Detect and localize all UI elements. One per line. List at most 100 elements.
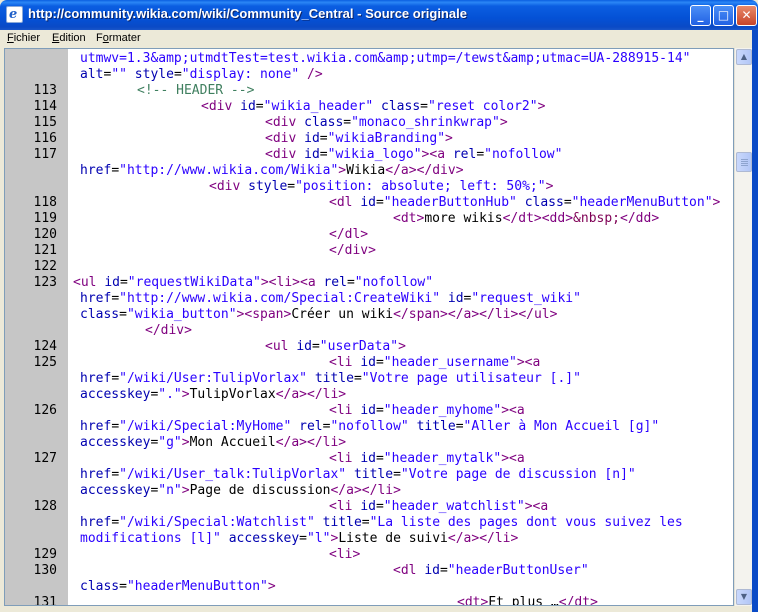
line-code: accesskey=".">TulipVorlax</a></li> — [80, 387, 346, 403]
code-token: = — [346, 275, 355, 290]
code-token: = — [375, 451, 384, 466]
code-token: = — [111, 163, 120, 178]
code-token: = — [375, 403, 384, 418]
code-token: > — [537, 99, 546, 114]
menu-formater[interactable]: Formater — [96, 32, 141, 44]
line-code: <dt>more wikis</dt><dd>&nbsp;</dd> — [393, 211, 659, 227]
code-token: <li — [329, 451, 361, 466]
menu-fichier[interactable]: Fichier — [7, 32, 40, 44]
source-line: href="/wiki/User_talk:TulipVorlax" title… — [5, 467, 730, 483]
source-line: 120 </dl> — [5, 227, 730, 243]
grip-line-icon — [741, 158, 748, 160]
line-number: 120 — [33, 227, 57, 242]
ie-icon[interactable]: e — [6, 6, 23, 23]
line-number: 130 — [33, 563, 57, 578]
line-code: href="/wiki/User:TulipVorlax" title="Vot… — [80, 371, 581, 387]
code-token: "headerButtonHub" — [383, 195, 517, 210]
code-token: = — [393, 467, 401, 482]
source-code-view[interactable]: utmwv=1.3&amp;utmdtTest=test.wikia.com&a… — [4, 48, 734, 606]
vertical-scrollbar[interactable]: ▲ ▼ — [734, 48, 752, 606]
close-button[interactable]: ✕ — [736, 5, 757, 26]
source-line: accesskey="n">Page de discussion</a></li… — [5, 483, 730, 499]
code-token: &nbsp; — [573, 211, 621, 226]
code-token: utmwv=1.3&amp;utmdtTest=test.wikia.com&a… — [80, 51, 691, 66]
line-number: 125 — [33, 355, 57, 370]
code-token: > — [445, 131, 453, 146]
code-token: "Aller à Mon Accueil [g]" — [463, 419, 660, 434]
line-code: modifications [l]" accesskey="l">Liste d… — [80, 531, 518, 547]
line-code: <li id="header_watchlist"><a — [329, 499, 548, 515]
line-number: 121 — [33, 243, 57, 258]
line-code: <li id="header_myhome"><a — [329, 403, 525, 419]
line-number: 128 — [33, 499, 57, 514]
code-token: = — [439, 563, 448, 578]
code-token: </dl> — [329, 227, 369, 242]
code-token: "header_mytalk" — [383, 451, 502, 466]
scrollbar-thumb[interactable] — [736, 151, 752, 172]
code-token: "/wiki/User_talk:TulipVorlax" — [119, 467, 347, 482]
line-number: 116 — [33, 131, 57, 146]
code-token: "headerMenuButton" — [571, 195, 713, 210]
code-token: href — [80, 371, 112, 386]
code-token: > — [181, 483, 190, 498]
source-line: 124 <ul id="userData"> — [5, 339, 730, 355]
code-token: rel — [452, 147, 477, 162]
source-line: 115 <div class="monaco_shrinkwrap"> — [5, 115, 730, 131]
code-token: href — [80, 291, 112, 306]
code-token: = — [343, 115, 352, 130]
source-line: 117 <div id="wikia_logo"><a rel="nofollow… — [5, 147, 730, 163]
code-token: = — [476, 147, 485, 162]
line-code: </div> — [329, 243, 376, 259]
source-line: 119 <dt>more wikis</dt><dd>&nbsp;</dd> — [5, 211, 730, 227]
code-token: "nofollow" — [354, 275, 434, 290]
code-token: > — [499, 115, 508, 130]
code-token: "header_myhome" — [383, 403, 502, 418]
code-token: "monaco_shrinkwrap" — [351, 115, 500, 130]
source-line: 128 <li id="header_watchlist"><a — [5, 499, 730, 515]
scroll-up-arrow-icon[interactable]: ▲ — [736, 49, 752, 65]
code-token: "http://www.wikia.com/Special:CreateWiki… — [119, 291, 441, 306]
code-token: = — [119, 307, 127, 322]
code-token: </a></li> — [447, 531, 519, 546]
code-token: <dl — [393, 563, 425, 578]
code-token: ><a — [516, 355, 541, 370]
scroll-down-arrow-icon[interactable]: ▼ — [736, 589, 752, 605]
line-code: <div id="wikia_logo"><a rel="nofollow" — [265, 147, 562, 163]
menu-fichier-rest: ichier — [13, 32, 41, 44]
code-token: = — [311, 339, 320, 354]
grip-line-icon — [741, 164, 748, 166]
line-code: <li id="header_mytalk"><a — [329, 451, 525, 467]
menu-edition[interactable]: Edition — [52, 32, 86, 44]
source-line: accesskey=".">TulipVorlax</a></li> — [5, 387, 730, 403]
line-code: <div class="monaco_shrinkwrap"> — [265, 115, 508, 131]
line-number: 124 — [33, 339, 57, 354]
minimize-button[interactable]: _ — [690, 5, 711, 26]
code-token: id — [447, 291, 464, 306]
source-line: 122 — [5, 259, 730, 275]
code-token: Page de discussion — [189, 483, 331, 498]
code-token: "header_username" — [383, 355, 517, 370]
code-token: </a></li> — [275, 387, 347, 402]
code-token: "La liste des pages dont vous suivez les — [369, 515, 683, 530]
code-token: "display: none" — [181, 67, 300, 82]
code-token: </a></li> — [330, 483, 401, 498]
line-code: href="http://www.wikia.com/Special:Creat… — [80, 291, 581, 307]
code-token: "userData" — [319, 339, 399, 354]
code-token: id — [360, 195, 376, 210]
line-number: 118 — [33, 195, 57, 210]
code-token: class — [80, 307, 120, 322]
maximize-button[interactable]: □ — [713, 5, 734, 26]
code-token: </span></a></li></ul> — [393, 307, 558, 322]
source-viewer-window: e http://community.wikia.com/wiki/Commun… — [0, 0, 758, 612]
code-token: href — [80, 515, 112, 530]
line-code: <li id="header_username"><a — [329, 355, 540, 371]
code-token: > — [398, 339, 406, 354]
code-token: "wikia_button" — [126, 307, 237, 322]
line-code: class="headerMenuButton"> — [80, 579, 276, 595]
code-token: "request_wiki" — [471, 291, 581, 306]
title-bar[interactable]: e http://community.wikia.com/wiki/Commun… — [0, 0, 758, 30]
source-line: href="/wiki/Special:Watchlist" title="La… — [5, 515, 730, 531]
code-token: accesskey — [80, 435, 151, 450]
